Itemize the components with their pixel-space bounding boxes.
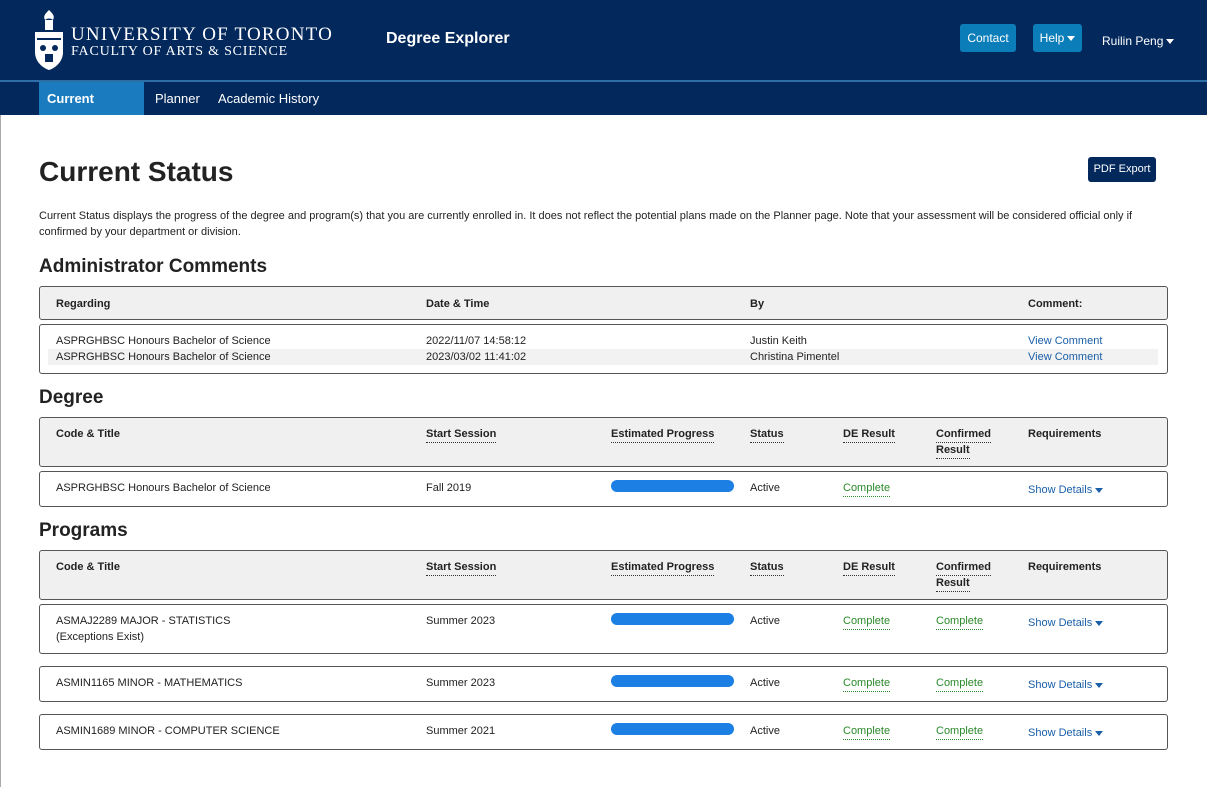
- logo-faculty-name: FACULTY OF ARTS & SCIENCE: [71, 44, 289, 59]
- column-header-start-session[interactable]: Start Session: [426, 559, 497, 576]
- column-header-by: By: [750, 298, 765, 310]
- program-code-title: ASMIN1689 MINOR - COMPUTER SCIENCE: [56, 725, 280, 737]
- admin-comments-body: ASPRGHBSC Honours Bachelor of Science 20…: [39, 324, 1168, 374]
- comment-datetime: 2022/11/07 14:58:12: [426, 335, 527, 347]
- column-header-confirmed-result[interactable]: Result: [936, 442, 970, 459]
- column-header-status[interactable]: Status: [750, 559, 784, 576]
- logo-university-name: UNIVERSITY OF TORONTO: [71, 24, 334, 45]
- confirmed-result[interactable]: Complete: [936, 613, 984, 630]
- tab-academic-history[interactable]: Academic History: [210, 82, 327, 115]
- page-title: Current Status: [39, 156, 234, 187]
- programs-heading: Programs: [39, 520, 128, 541]
- column-header-code-title: Code & Title: [56, 561, 120, 573]
- program-code-title: ASMAJ2289 MAJOR - STATISTICS: [56, 615, 231, 627]
- de-result[interactable]: Complete: [843, 723, 891, 740]
- column-header-estimated-progress[interactable]: Estimated Progress: [611, 426, 715, 443]
- chevron-down-icon: [1166, 39, 1175, 45]
- program-code-title: ASMIN1165 MINOR - MATHEMATICS: [56, 677, 243, 689]
- contact-button[interactable]: Contact: [960, 24, 1016, 52]
- confirmed-result[interactable]: Complete: [936, 675, 984, 692]
- column-header-confirmed-result[interactable]: Confirmed: [936, 426, 991, 443]
- progress-bar: [611, 723, 734, 735]
- university-logo[interactable]: UNIVERSITY OF TORONTO FACULTY OF ARTS & …: [33, 8, 333, 74]
- main-nav: Current Status Planner Academic History: [0, 82, 1207, 139]
- show-details-link[interactable]: Show Details: [1028, 615, 1104, 631]
- status-text: Active: [750, 615, 780, 627]
- view-comment-link[interactable]: View Comment: [1028, 349, 1102, 365]
- column-header-confirmed-result[interactable]: Confirmed: [936, 559, 991, 576]
- show-details-link[interactable]: Show Details: [1028, 725, 1104, 741]
- confirmed-result[interactable]: Complete: [936, 723, 984, 740]
- program-exception-note: (Exceptions Exist): [56, 631, 145, 643]
- degree-code-title: ASPRGHBSC Honours Bachelor of Science: [56, 482, 271, 494]
- start-session: Summer 2023: [426, 677, 496, 689]
- program-row: ASMIN1165 MINOR - MATHEMATICS Summer 202…: [39, 666, 1168, 702]
- column-header-requirements: Requirements: [1028, 561, 1102, 573]
- show-details-link[interactable]: Show Details: [1028, 482, 1104, 498]
- crest-icon: [35, 10, 63, 70]
- comment-datetime: 2023/03/02 11:41:02: [426, 351, 527, 363]
- column-header-datetime: Date & Time: [426, 298, 490, 310]
- tab-current-status[interactable]: Current Status: [39, 82, 144, 139]
- de-result[interactable]: Complete: [843, 480, 891, 497]
- column-header-estimated-progress[interactable]: Estimated Progress: [611, 559, 715, 576]
- comment-author: Justin Keith: [750, 335, 807, 347]
- show-details-link[interactable]: Show Details: [1028, 677, 1104, 693]
- de-result[interactable]: Complete: [843, 613, 891, 630]
- progress-bar: [611, 480, 734, 492]
- tab-planner[interactable]: Planner: [147, 82, 208, 115]
- column-header-regarding: Regarding: [56, 298, 111, 310]
- chevron-down-icon: [1095, 682, 1104, 688]
- start-session: Fall 2019: [426, 482, 472, 494]
- show-details-label: Show Details: [1028, 484, 1093, 496]
- program-row: ASMIN1689 MINOR - COMPUTER SCIENCE Summe…: [39, 714, 1168, 750]
- admin-comments-heading: Administrator Comments: [39, 256, 268, 277]
- degree-table-header: Code & Title Start Session Estimated Pro…: [39, 417, 1168, 467]
- user-menu[interactable]: Ruilin Peng: [1102, 34, 1175, 48]
- column-header-requirements: Requirements: [1028, 428, 1102, 440]
- pdf-export-button[interactable]: PDF Export: [1088, 157, 1156, 182]
- program-row: ASMAJ2289 MAJOR - STATISTICS (Exceptions…: [39, 604, 1168, 654]
- chevron-down-icon: [1067, 36, 1076, 42]
- site-header: UNIVERSITY OF TORONTO FACULTY OF ARTS & …: [0, 0, 1207, 81]
- de-result[interactable]: Complete: [843, 675, 891, 692]
- comment-regarding: ASPRGHBSC Honours Bachelor of Science: [56, 335, 271, 347]
- programs-table-header: Code & Title Start Session Estimated Pro…: [39, 550, 1168, 600]
- column-header-comment: Comment:: [1028, 298, 1083, 310]
- admin-comments-header: Regarding Date & Time By Comment:: [39, 286, 1168, 320]
- start-session: Summer 2023: [426, 615, 496, 627]
- column-header-start-session[interactable]: Start Session: [426, 426, 497, 443]
- intro-text: Current Status displays the progress of …: [39, 210, 1133, 238]
- show-details-label: Show Details: [1028, 727, 1093, 739]
- help-button-label: Help: [1039, 31, 1065, 45]
- degree-heading: Degree: [39, 387, 104, 408]
- comment-author: Christina Pimentel: [750, 351, 840, 363]
- comment-regarding: ASPRGHBSC Honours Bachelor of Science: [56, 351, 271, 363]
- start-session: Summer 2021: [426, 725, 496, 737]
- contact-button-label: Contact: [967, 31, 1009, 45]
- chevron-down-icon: [1095, 620, 1104, 626]
- help-menu-button[interactable]: Help: [1033, 24, 1082, 52]
- view-comment-link[interactable]: View Comment: [1028, 333, 1102, 349]
- column-header-confirmed-result[interactable]: Result: [936, 575, 970, 592]
- column-header-de-result[interactable]: DE Result: [843, 426, 895, 443]
- progress-bar: [611, 613, 734, 625]
- column-header-de-result[interactable]: DE Result: [843, 559, 895, 576]
- status-text: Active: [750, 677, 780, 689]
- progress-bar: [611, 675, 734, 687]
- status-text: Active: [750, 482, 780, 494]
- show-details-label: Show Details: [1028, 679, 1093, 691]
- chevron-down-icon: [1095, 487, 1104, 493]
- app-title: Degree Explorer: [386, 30, 510, 47]
- status-text: Active: [750, 725, 780, 737]
- degree-row: ASPRGHBSC Honours Bachelor of Science Fa…: [39, 471, 1168, 507]
- page-border: [0, 115, 3, 787]
- show-details-label: Show Details: [1028, 617, 1093, 629]
- user-name: Ruilin Peng: [1102, 34, 1164, 48]
- chevron-down-icon: [1095, 730, 1104, 736]
- column-header-status[interactable]: Status: [750, 426, 784, 443]
- column-header-code-title: Code & Title: [56, 428, 120, 440]
